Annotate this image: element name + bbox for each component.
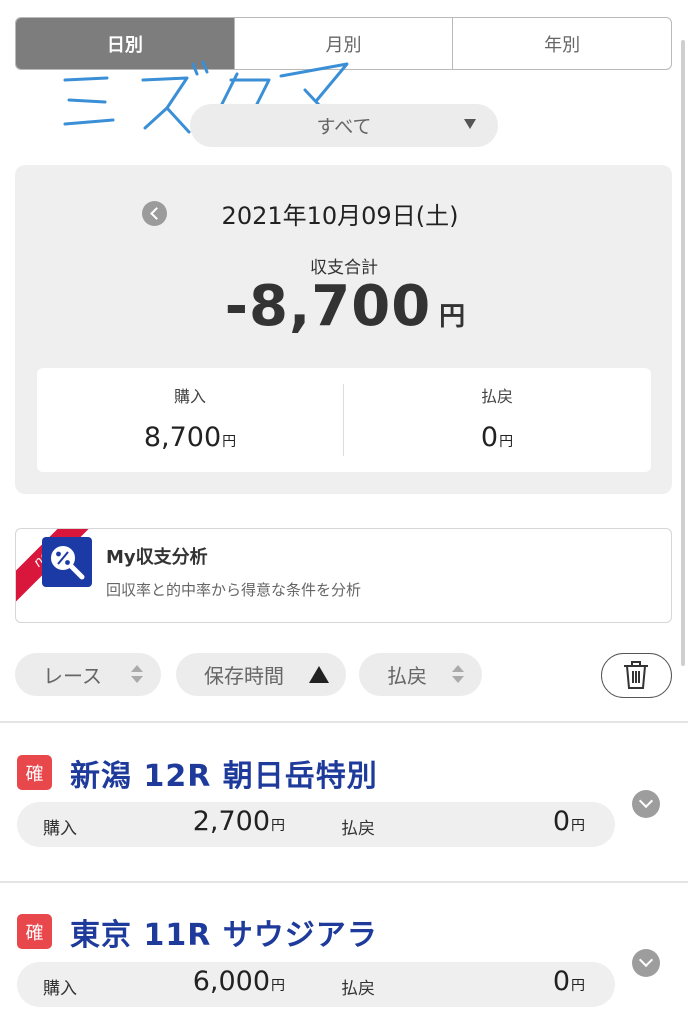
sort-by-payout-button[interactable]: 払戻	[359, 653, 482, 696]
sort-by-saved-time-button[interactable]: 保存時間	[176, 653, 346, 696]
race-purchase-unit: 円	[271, 978, 285, 994]
trash-icon	[624, 661, 648, 689]
analysis-title: My収支分析	[106, 547, 208, 568]
race-result-bar: 購入 6,000円 払戻 0円	[17, 962, 615, 1007]
total-balance-unit: 円	[439, 302, 466, 332]
previous-day-arrow-icon[interactable]	[142, 201, 167, 226]
race-payout-unit: 円	[571, 978, 585, 994]
expand-chevron-icon[interactable]	[632, 790, 660, 818]
sort-by-race-button[interactable]: レース	[15, 653, 161, 696]
sort-ascending-icon	[309, 666, 329, 683]
analysis-description: 回収率と的中率から得意な条件を分析	[106, 581, 362, 599]
purchase-stat: 購入 8,700円	[37, 368, 343, 472]
period-tabs: 日別 月別 年別	[15, 17, 672, 70]
tab-yearly[interactable]: 年別	[452, 18, 671, 69]
race-payout-label: 払戻	[341, 819, 375, 839]
purchase-label: 購入	[173, 387, 206, 406]
sort-updown-icon	[452, 665, 464, 685]
payout-unit: 円	[499, 434, 514, 450]
race-purchase-value: 6,000	[192, 966, 270, 997]
sort-saved-time-label: 保存時間	[204, 664, 284, 688]
purchase-payout-stats: 購入 8,700円 払戻 0円	[37, 368, 651, 472]
sort-payout-label: 払戻	[387, 664, 427, 688]
race-purchase-label: 購入	[43, 979, 77, 999]
race-result-bar: 購入 2,700円 払戻 0円	[17, 802, 615, 847]
confirmed-badge: 確	[17, 755, 52, 790]
race-payout-value: 0	[552, 806, 570, 837]
category-filter-select[interactable]: すべて	[190, 104, 498, 147]
delete-button[interactable]	[601, 653, 672, 698]
filter-selected-value: すべて	[316, 116, 372, 138]
race-payout-value: 0	[552, 966, 570, 997]
payout-stat: 払戻 0円	[344, 368, 650, 472]
race-purchase-value: 2,700	[192, 806, 270, 837]
payout-label: 払戻	[480, 387, 513, 406]
payout-value: 0	[480, 422, 499, 453]
race-payout-label: 払戻	[341, 979, 375, 999]
total-balance: -8,700 円	[160, 274, 530, 339]
dropdown-caret-icon	[464, 119, 476, 129]
tab-monthly[interactable]: 月別	[233, 18, 453, 69]
my-balance-analysis-banner[interactable]: new My収支分析 回収率と的中率から得意な条件を分析	[15, 528, 672, 623]
purchase-value: 8,700	[143, 422, 222, 453]
magnifier-percent-icon	[42, 537, 92, 587]
race-purchase-label: 購入	[43, 819, 77, 839]
purchase-unit: 円	[222, 434, 237, 450]
list-divider	[0, 881, 688, 883]
race-purchase-unit: 円	[271, 818, 285, 834]
expand-chevron-icon[interactable]	[632, 949, 660, 977]
summary-date: 2021年10月09日(土)	[221, 202, 459, 230]
race-title[interactable]: 新潟 12R 朝日岳特別	[70, 751, 378, 795]
total-balance-value: -8,700	[224, 274, 432, 339]
sort-updown-icon	[131, 665, 143, 685]
race-title[interactable]: 東京 11R サウジアラ	[70, 910, 378, 954]
race-payout-unit: 円	[571, 818, 585, 834]
scrollbar[interactable]	[681, 40, 685, 666]
list-divider	[0, 721, 688, 723]
confirmed-badge: 確	[17, 914, 52, 949]
sort-race-label: レース	[43, 664, 102, 688]
tab-daily[interactable]: 日別	[16, 18, 234, 69]
